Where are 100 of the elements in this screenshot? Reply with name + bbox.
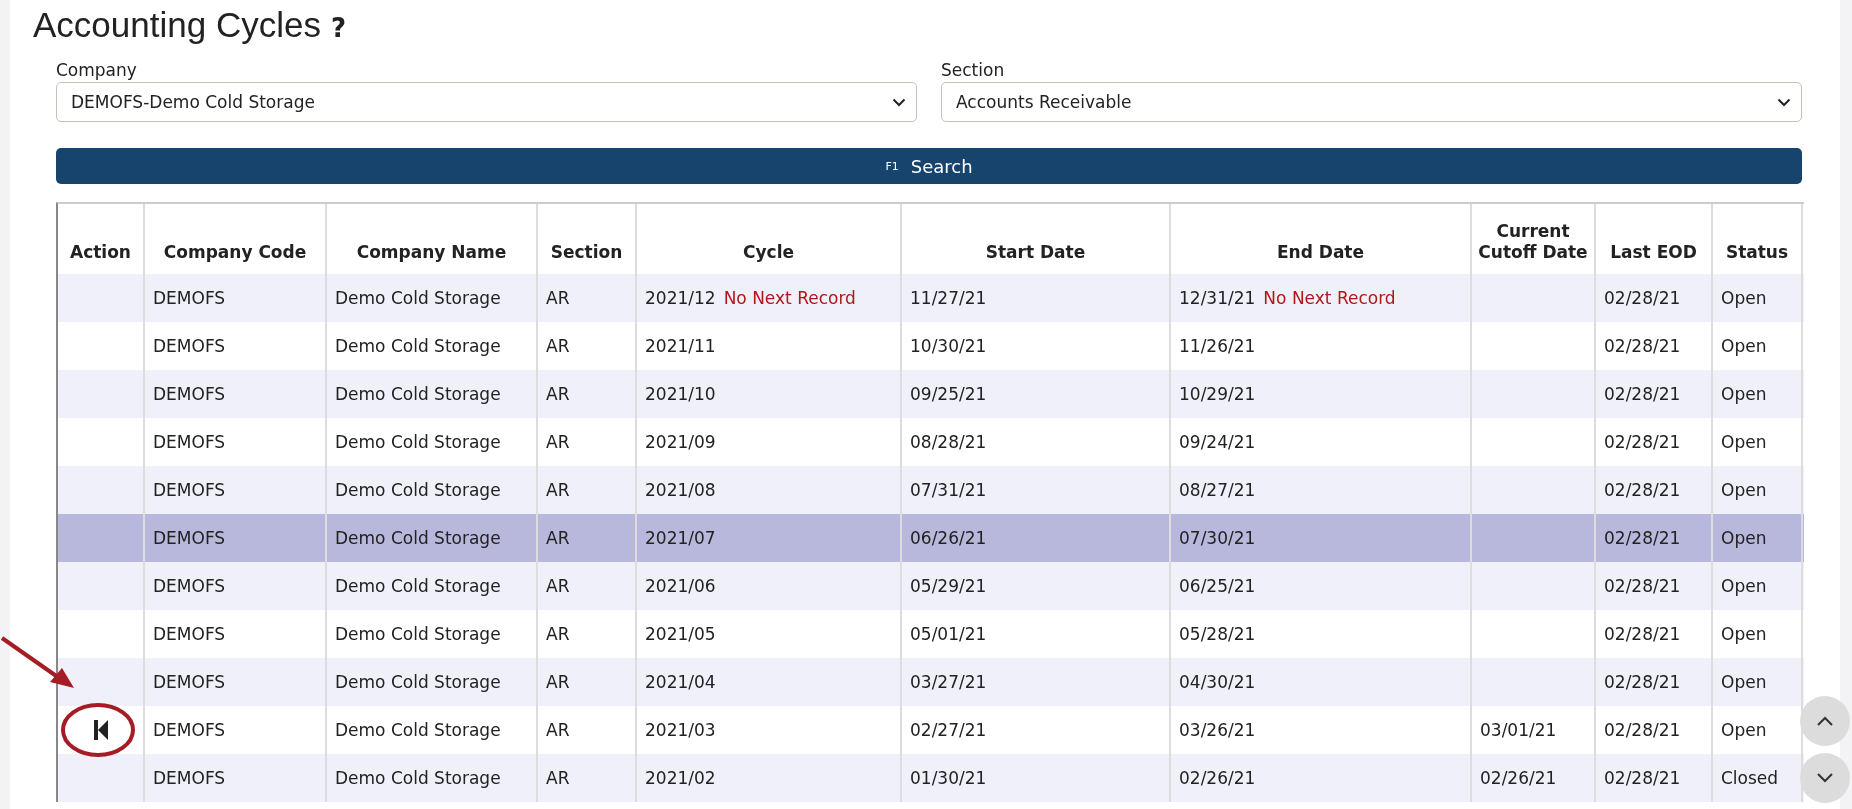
table-cell: DEMOFS [153, 432, 226, 452]
table-cell: Demo Cold Storage [335, 528, 501, 548]
table-cell: 02/28/21 [1604, 672, 1681, 692]
table-cell: 02/28/21 [1604, 336, 1681, 356]
table-cell: AR [546, 336, 570, 356]
table-cell: 05/29/21 [910, 576, 987, 596]
table-cell: Demo Cold Storage [335, 768, 501, 788]
table-cell: 06/26/21 [910, 528, 987, 548]
table-cell: DEMOFS [153, 768, 226, 788]
table-cell: AR [546, 576, 570, 596]
table-cell: 11/26/21 [1179, 336, 1256, 356]
warning-note: No Next Record [723, 288, 856, 308]
table-cell: Open [1721, 336, 1767, 356]
table-cell: Demo Cold Storage [335, 480, 501, 500]
table-cell: 02/26/21 [1179, 768, 1256, 788]
table-cell: Demo Cold Storage [335, 576, 501, 596]
table-cell: Demo Cold Storage [335, 432, 501, 452]
table-cell: 02/28/21 [1604, 624, 1681, 644]
table-cell: 02/28/21 [1604, 528, 1681, 548]
field-label: Company [56, 60, 138, 80]
table-cell: 2021/10 [645, 384, 716, 404]
table-cell: 02/26/21 [1480, 768, 1557, 788]
table-cell: 2021/04 [645, 672, 716, 692]
table-cell: AR [546, 384, 570, 404]
table-cell: 04/30/21 [1179, 672, 1256, 692]
table-cell: Open [1721, 384, 1767, 404]
table-cell: 03/27/21 [910, 672, 987, 692]
table-cell: 01/30/21 [910, 768, 987, 788]
table-cell: 10/29/21 [1179, 384, 1256, 404]
table-cell: Demo Cold Storage [335, 384, 501, 404]
table-cell: Open [1721, 432, 1767, 452]
table-cell: AR [546, 528, 570, 548]
table-cell: 02/28/21 [1604, 576, 1681, 596]
skip-to-start-icon[interactable] [92, 720, 109, 740]
table-cell: DEMOFS [153, 624, 226, 644]
table-cell: AR [546, 720, 570, 740]
table-row[interactable]: DEMOFS Demo Cold Storage AR 2021/07 06/26/21 07/30/21 02/28/21 Open [58, 514, 1804, 562]
help-link[interactable]: ? [330, 13, 346, 43]
table-cell: 2021/02 [645, 768, 716, 788]
table-cell: Demo Cold Storage [335, 288, 501, 308]
table-cell: 08/27/21 [1179, 480, 1256, 500]
chevron-down-icon [892, 97, 906, 107]
table-cell: 2021/06 [645, 576, 716, 596]
table-cell: Closed [1721, 768, 1779, 788]
table-cell: DEMOFS [153, 528, 226, 548]
table-cell: 03/01/21 [1480, 720, 1557, 740]
field-label: Section [941, 60, 1006, 80]
table-cell: 11/27/21 [910, 288, 987, 308]
chevron-down-icon [1817, 773, 1833, 783]
table-cell: Open [1721, 480, 1767, 500]
table-cell: AR [546, 480, 570, 500]
table-cell: 2021/03 [645, 720, 716, 740]
table-row[interactable]: DEMOFS Demo Cold Storage AR 2021/10 09/25/21 10/29/21 02/28/21 Open [58, 370, 1804, 418]
table-cell: 2021/09 [645, 432, 716, 452]
search-button[interactable]: F1 Search [56, 148, 1802, 184]
table-cell: Open [1721, 672, 1767, 692]
table-row[interactable]: DEMOFS Demo Cold Storage AR 2021/06 05/29/21 06/25/21 02/28/21 Open [58, 562, 1804, 610]
table-row[interactable]: DEMOFS Demo Cold Storage AR 2021/08 07/31/21 08/27/21 02/28/21 Open [58, 466, 1804, 514]
table-cell: 05/28/21 [1179, 624, 1256, 644]
table-cell: 02/28/21 [1604, 432, 1681, 452]
table-cell: DEMOFS [153, 384, 226, 404]
warning-note: No Next Record [1263, 288, 1396, 308]
table-cell: DEMOFS [153, 672, 226, 692]
table-cell: AR [546, 432, 570, 452]
table-cell: DEMOFS [153, 576, 226, 596]
table-cell: 03/26/21 [1179, 720, 1256, 740]
table-cell: Demo Cold Storage [335, 672, 501, 692]
table-cell: Open [1721, 720, 1767, 740]
table-cell: 2021/11 [645, 336, 716, 356]
table-cell: Open [1721, 624, 1767, 644]
table-cell: DEMOFS [153, 336, 226, 356]
table-cell: 09/25/21 [910, 384, 987, 404]
page-title: Accounting Cycles [33, 5, 321, 45]
table-cell: Demo Cold Storage [335, 624, 501, 644]
table-cell: 2021/12 [645, 288, 716, 308]
table-cell: 02/27/21 [910, 720, 987, 740]
table-cell: 02/28/21 [1604, 288, 1681, 308]
table-row[interactable]: DEMOFS Demo Cold Storage AR 2021/02 01/30/21 02/26/21 02/26/21 02/28/21 Closed [58, 754, 1804, 802]
table-cell: 2021/08 [645, 480, 716, 500]
dropdown-field[interactable]: Accounts Receivable [941, 82, 1802, 122]
table-cell: 2021/07 [645, 528, 716, 548]
dropdown-field[interactable]: DEMOFS-Demo Cold Storage [56, 82, 917, 122]
table-cell: 09/24/21 [1179, 432, 1256, 452]
chevron-down-icon [1777, 97, 1791, 107]
table-row[interactable]: DEMOFS Demo Cold Storage AR 2021/04 03/27/21 04/30/21 02/28/21 Open [58, 658, 1804, 706]
table-row[interactable]: DEMOFS Demo Cold Storage AR 2021/12 No Next Record 11/27/21 12/31/21 No Next Record 02/28/21 Open [58, 274, 1804, 322]
table-cell: AR [546, 672, 570, 692]
table-cell: 02/28/21 [1604, 768, 1681, 788]
table-cell: DEMOFS [153, 480, 226, 500]
table-cell: 02/28/21 [1604, 384, 1681, 404]
table-cell: 12/31/21 [1179, 288, 1256, 308]
table-cell: DEMOFS [153, 720, 226, 740]
table-cell: 02/28/21 [1604, 480, 1681, 500]
table-cell: Open [1721, 288, 1767, 308]
table-cell: 2021/05 [645, 624, 716, 644]
table-cell: Open [1721, 528, 1767, 548]
table-cell: AR [546, 624, 570, 644]
table-cell: 10/30/21 [910, 336, 987, 356]
table-cell: DEMOFS [153, 288, 226, 308]
table-cell: Demo Cold Storage [335, 336, 501, 356]
